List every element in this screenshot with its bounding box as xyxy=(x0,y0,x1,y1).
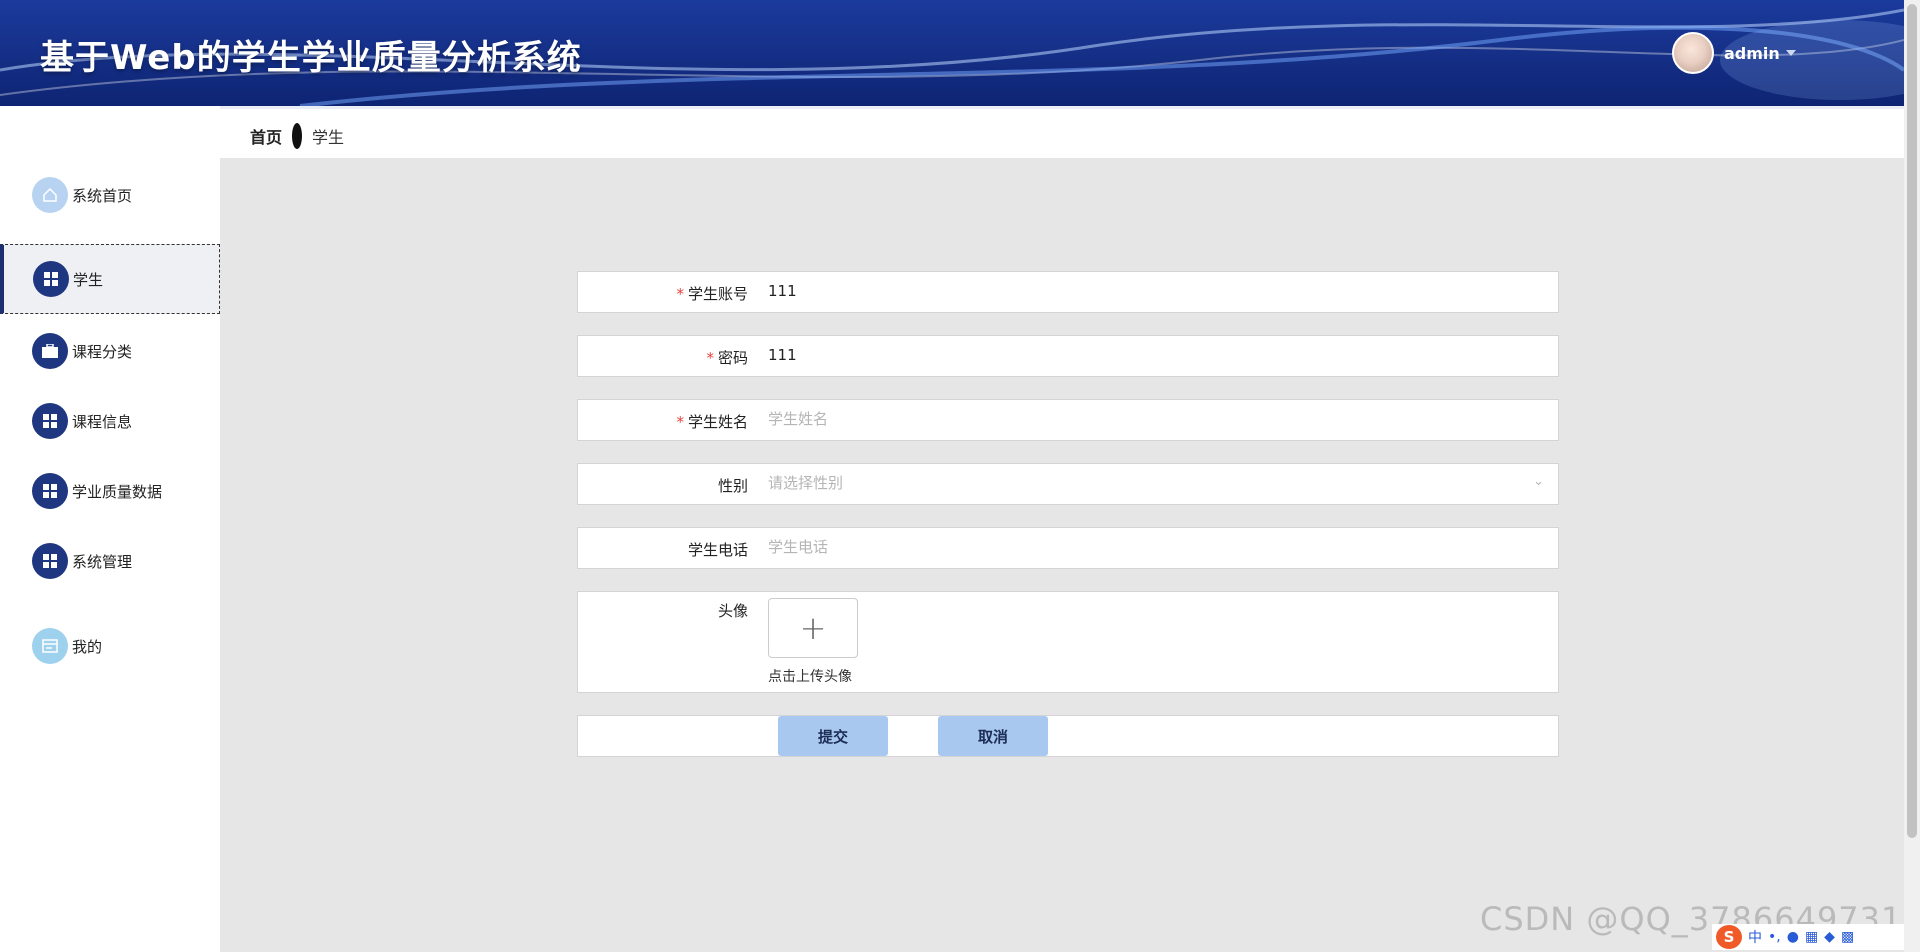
app-title: 基于Web的学生学业质量分析系统 xyxy=(40,38,582,78)
breadcrumb-home[interactable]: 首页 xyxy=(250,124,282,148)
form-row-name: * 学生姓名 xyxy=(577,399,1559,441)
grid-icon xyxy=(32,473,68,509)
card-icon xyxy=(32,628,68,664)
plus-icon: + xyxy=(799,609,827,647)
breadcrumb: 首页 学生 xyxy=(250,123,344,149)
gender-select[interactable] xyxy=(768,474,1548,492)
home-icon xyxy=(32,177,68,213)
breadcrumb-current: 学生 xyxy=(312,128,345,147)
sidebar-item-label: 课程分类 xyxy=(72,342,133,361)
scrollbar-thumb[interactable] xyxy=(1907,4,1917,838)
skin-icon[interactable]: ◆ xyxy=(1824,929,1835,945)
chevron-down-icon[interactable] xyxy=(1785,50,1796,56)
account-label-text: 学生账号 xyxy=(687,285,748,303)
chevron-down-icon[interactable]: ⌄ xyxy=(1533,474,1544,489)
name-label-text: 学生姓名 xyxy=(687,413,748,431)
user-avatar[interactable] xyxy=(1672,32,1714,74)
sidebar-item-label: 学生 xyxy=(73,270,104,289)
cancel-button[interactable]: 取消 xyxy=(938,716,1048,756)
sidebar-item-label: 系统管理 xyxy=(72,552,133,571)
account-label: * 学生账号 xyxy=(578,283,748,304)
breadcrumb-bar: 首页 学生 xyxy=(220,106,1904,158)
sidebar-item-label: 系统首页 xyxy=(72,186,133,205)
required-mark: * xyxy=(706,349,714,367)
form-row-avatar: 头像 + 点击上传头像 xyxy=(577,591,1559,693)
grid-icon xyxy=(32,403,68,439)
user-name: admin xyxy=(1724,43,1780,63)
sidebar-menu: 系统首页 学生 课程分类 课程信息 学业质量数据 系统管理 我的 xyxy=(0,106,220,952)
ime-tray: S 中 •, ● ▦ ◆ ▩ xyxy=(1712,924,1904,950)
account-input[interactable] xyxy=(768,282,1548,300)
grid-icon xyxy=(32,543,68,579)
form-row-password: * 密码 xyxy=(577,335,1559,377)
sidebar-item-label: 学业质量数据 xyxy=(72,482,163,501)
toolbox-icon[interactable]: ▩ xyxy=(1841,929,1854,945)
required-mark: * xyxy=(676,413,684,431)
sogou-ime-icon[interactable]: S xyxy=(1716,925,1742,949)
punctuation-icon[interactable]: •, xyxy=(1768,929,1781,945)
ime-mode-label[interactable]: 中 xyxy=(1748,927,1762,947)
page-scrollbar[interactable] xyxy=(1904,0,1920,952)
keyboard-icon[interactable]: ▦ xyxy=(1805,929,1818,945)
gender-label: 性别 xyxy=(717,477,748,495)
sidebar-item-home[interactable]: 系统首页 xyxy=(0,160,220,230)
sidebar-item-label: 课程信息 xyxy=(72,412,133,431)
sidebar-item-label: 我的 xyxy=(72,637,103,656)
name-input[interactable] xyxy=(768,410,1548,428)
form-row-gender: 性别 ⌄ xyxy=(577,463,1559,505)
avatar-label: 头像 xyxy=(717,602,748,620)
briefcase-icon xyxy=(32,333,68,369)
sidebar-item-student[interactable]: 学生 xyxy=(0,244,220,314)
required-mark: * xyxy=(676,285,684,303)
breadcrumb-separator-icon xyxy=(292,123,303,149)
user-menu[interactable]: admin xyxy=(1672,32,1796,74)
grid-icon xyxy=(33,261,69,297)
sidebar-item-course-category[interactable]: 课程分类 xyxy=(0,316,220,386)
avatar-upload-button[interactable]: + xyxy=(768,598,858,658)
submit-button[interactable]: 提交 xyxy=(778,716,888,756)
form-row-account: * 学生账号 xyxy=(577,271,1559,313)
sidebar-item-course-info[interactable]: 课程信息 xyxy=(0,386,220,456)
password-input[interactable] xyxy=(768,346,1548,364)
name-label: * 学生姓名 xyxy=(578,411,748,432)
sidebar-item-mine[interactable]: 我的 xyxy=(0,611,220,681)
microphone-icon[interactable]: ● xyxy=(1787,929,1799,945)
avatar-upload-hint: 点击上传头像 xyxy=(768,669,852,685)
form-row-phone: 学生电话 xyxy=(577,527,1559,569)
sidebar-item-system[interactable]: 系统管理 xyxy=(0,526,220,596)
sidebar-item-quality-data[interactable]: 学业质量数据 xyxy=(0,456,220,526)
password-label: * 密码 xyxy=(578,347,748,368)
phone-input[interactable] xyxy=(768,538,1548,556)
app-header: 基于Web的学生学业质量分析系统 admin xyxy=(0,0,1904,106)
main-content: *学生账号 *密码 *学生姓名 性别 ⌄ 学生电话 头像 + 点击上传头像 提交… xyxy=(220,158,1904,952)
password-label-text: 密码 xyxy=(717,349,748,367)
phone-label: 学生电话 xyxy=(687,541,748,559)
form-row-actions: 提交 取消 xyxy=(577,715,1559,757)
